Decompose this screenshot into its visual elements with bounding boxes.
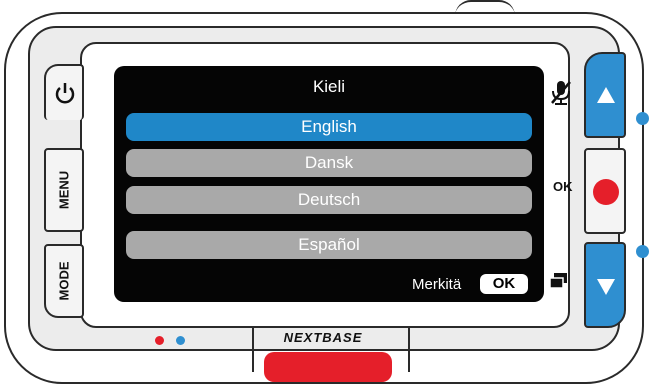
power-button[interactable] <box>44 64 84 120</box>
up-button[interactable] <box>584 52 626 138</box>
hint-ok-key: OK <box>480 274 528 294</box>
menu-item-espanol[interactable]: Español <box>126 231 532 259</box>
mode-button-label: MODE <box>56 261 72 301</box>
side-led-upper <box>636 112 649 125</box>
lcd-screen: Kieli English Dansk Deutsch Español Merk… <box>114 66 544 302</box>
power-icon <box>55 83 75 104</box>
triangle-down-icon <box>597 279 615 295</box>
menu-item-deutsch[interactable]: Deutsch <box>126 186 532 214</box>
menu-title: Kieli <box>312 77 346 96</box>
status-led-blue <box>176 336 185 345</box>
screen-toggle-icon <box>549 273 567 289</box>
menu-item-english[interactable]: English <box>126 113 532 141</box>
hint-label: Merkitä <box>412 276 462 293</box>
record-icon <box>593 179 619 205</box>
down-button[interactable] <box>584 242 626 328</box>
menu-item-dansk[interactable]: Dansk <box>126 149 532 177</box>
menu-button[interactable]: MENU <box>44 148 84 232</box>
record-button[interactable] <box>584 148 626 234</box>
menu-button-label: MENU <box>56 170 72 210</box>
brand-logo: NEXTBASE <box>283 330 363 345</box>
bottom-divider-right <box>408 328 410 372</box>
side-led-lower <box>636 245 649 258</box>
status-led-red <box>155 336 164 345</box>
ok-button-label: OK <box>553 179 573 194</box>
triangle-up-icon <box>597 87 615 103</box>
microphone-muted-icon <box>551 81 571 105</box>
bottom-protect-button[interactable] <box>264 352 392 382</box>
mode-button[interactable]: MODE <box>44 244 84 318</box>
bottom-divider-left <box>252 328 254 372</box>
